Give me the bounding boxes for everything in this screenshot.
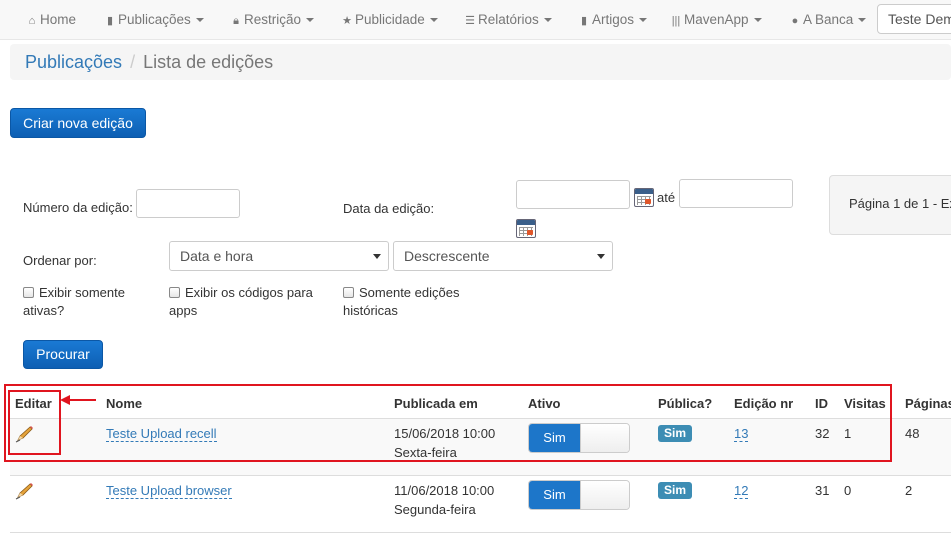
checkbox-icon[interactable]	[343, 287, 354, 298]
checkbox-historicas-label: Somente edições históricas	[343, 285, 460, 318]
order-by-select[interactable]: Data e hora	[169, 241, 389, 271]
header-paginas: Páginas	[905, 396, 951, 411]
checkbox-ativas[interactable]: Exibir somente ativas?	[23, 284, 163, 320]
checkbox-icon[interactable]	[23, 287, 34, 298]
bookmark-icon: ▮	[580, 15, 588, 27]
row-paginas: 48	[905, 426, 920, 441]
numero-input[interactable]	[136, 189, 240, 218]
chevron-down-icon	[429, 18, 438, 23]
ate-label: até	[657, 190, 676, 205]
checkbox-historicas[interactable]: Somente edições históricas	[343, 284, 483, 320]
nav-home-label: Home	[40, 12, 77, 27]
nav-publicidade-label: Publicidade	[355, 12, 425, 27]
nav-publicacoes-label: Publicações	[118, 12, 191, 27]
nav-a-banca[interactable]: ● A Banca	[788, 0, 867, 40]
order-direction-select[interactable]: Descrescente	[393, 241, 613, 271]
checkbox-ativas-label: Exibir somente ativas?	[23, 285, 125, 318]
create-edition-button[interactable]: Criar nova edição	[10, 108, 146, 138]
top-navbar: ⌂ Home ▮ Publicações 🔒︎ Restrição ★ Publicid…	[0, 0, 951, 40]
nav-mavenapp[interactable]: ||| MavenApp	[669, 0, 762, 40]
nav-mavenapp-label: MavenApp	[684, 12, 749, 27]
arrow-left-icon	[60, 395, 96, 405]
chevron-down-icon	[543, 18, 552, 23]
calendar-icon[interactable]	[634, 188, 654, 207]
checkbox-codigos-label: Exibir os códigos para apps	[169, 285, 313, 318]
table-divider	[10, 532, 951, 533]
highlight-box-row	[4, 384, 892, 462]
order-direction-value: Descrescente	[404, 248, 490, 264]
toggle-knob	[580, 481, 629, 509]
nav-a-banca-label: A Banca	[803, 12, 854, 27]
nav-home[interactable]: ⌂ Home	[25, 0, 76, 40]
edition-number-link[interactable]: 12	[734, 483, 749, 499]
nav-artigos[interactable]: ▮ Artigos	[577, 0, 648, 40]
publica-badge: Sim	[658, 482, 693, 499]
breadcrumb-link-publicacoes[interactable]: Publicações	[25, 52, 122, 72]
nav-search-input[interactable]: Teste Dem	[877, 4, 951, 34]
checkbox-codigos-apps[interactable]: Exibir os códigos para apps	[169, 284, 329, 320]
row-id: 31	[815, 483, 830, 498]
pencil-icon[interactable]	[15, 482, 35, 500]
row-date: 11/06/2018 10:00	[394, 483, 495, 498]
pagination-info: Página 1 de 1 - Ex	[829, 175, 951, 235]
ordenar-label: Ordenar por:	[23, 253, 97, 268]
row-paginas: 2	[905, 483, 913, 498]
data-label: Data da edição:	[343, 201, 435, 216]
checkbox-icon[interactable]	[169, 287, 180, 298]
row-name-link[interactable]: Teste Upload browser	[106, 481, 232, 500]
search-button[interactable]: Procurar	[23, 340, 103, 369]
nav-restricao[interactable]: 🔒︎ Restrição	[229, 0, 315, 40]
order-by-value: Data e hora	[180, 248, 254, 264]
chevron-down-icon	[306, 18, 315, 23]
table-divider	[10, 475, 951, 476]
nav-relatorios-label: Relatórios	[478, 12, 539, 27]
ativo-toggle[interactable]: Sim	[528, 480, 630, 510]
calendar-icon[interactable]	[516, 219, 536, 238]
chevron-down-icon	[753, 18, 762, 23]
nav-artigos-label: Artigos	[592, 12, 635, 27]
date-from-input[interactable]	[516, 180, 630, 209]
numero-label: Número da edição:	[23, 200, 133, 215]
date-to-input[interactable]	[679, 179, 793, 208]
toggle-on-label: Sim	[529, 481, 580, 509]
dropdown-arrow-icon	[597, 254, 605, 259]
row-weekday: Segunda-feira	[394, 502, 476, 517]
breadcrumb: Publicações / Lista de edições	[10, 44, 951, 80]
breadcrumb-separator: /	[130, 52, 136, 72]
chevron-down-icon	[195, 18, 204, 23]
breadcrumb-current: Lista de edições	[143, 52, 274, 72]
dropdown-arrow-icon	[373, 254, 381, 259]
nav-publicidade[interactable]: ★ Publicidade	[340, 0, 438, 40]
lock-icon: 🔒︎	[233, 15, 239, 27]
list-icon: ☰	[465, 15, 475, 27]
chevron-down-icon	[639, 18, 648, 23]
edition-number-cell[interactable]: 12	[734, 481, 749, 500]
edition-name[interactable]: Teste Upload browser	[106, 483, 232, 499]
row-visitas: 0	[844, 483, 852, 498]
star-icon: ★	[342, 15, 352, 27]
chevron-down-icon	[858, 18, 867, 23]
nav-relatorios[interactable]: ☰ Relatórios	[463, 0, 552, 40]
home-icon: ⌂	[28, 15, 36, 27]
nav-publicacoes[interactable]: ▮ Publicações	[103, 0, 204, 40]
barcode-icon: |||	[671, 15, 681, 27]
nav-restricao-label: Restrição	[244, 12, 302, 27]
book-icon: ▮	[106, 15, 114, 27]
highlight-box-editar	[8, 390, 61, 455]
globe-icon: ●	[791, 15, 799, 27]
